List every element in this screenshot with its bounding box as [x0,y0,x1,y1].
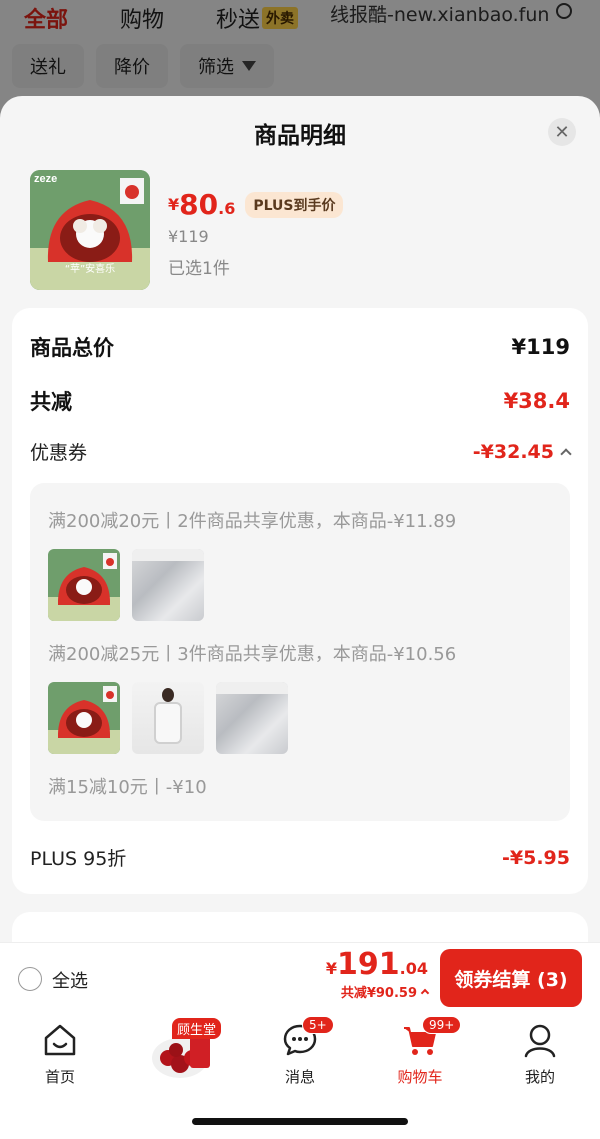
coupon-product-image [132,682,204,754]
coupon-value[interactable]: -¥32.45 [472,440,572,463]
user-icon [522,1022,558,1058]
nav-home-label: 首页 [44,1068,75,1086]
plus-discount-label: PLUS 95折 [30,848,127,870]
coupon-products [48,549,204,621]
coupon-line: 满200减25元丨3件商品共享优惠，本商品-¥10.56 [48,644,457,665]
total-integer: 191 [337,947,400,982]
reduce-value: ¥38.4 [503,389,570,413]
coupon-product-image [132,549,204,621]
currency-symbol: ¥ [325,959,338,978]
checkout-total: ¥ 191 .04 共减¥90.59 [326,947,430,1001]
coupon-line: 满200减20元丨2件商品共享优惠，本商品-¥11.89 [48,511,457,532]
price-info: ¥ 80 .6 PLUS到手价 ¥119 已选1件 [168,188,344,290]
home-icon [42,1022,78,1058]
select-all-radio[interactable] [18,967,42,991]
total-label: 商品总价 [30,336,114,360]
coupon-products [48,682,288,754]
nav-messages[interactable]: 5+ 消息 [260,1016,340,1087]
coupon-row[interactable]: 优惠券 -¥32.45 [30,438,572,465]
currency-symbol: ¥ [168,195,180,214]
plus-discount-row: PLUS 95折 -¥5.95 [30,844,570,871]
total-price: ¥ 191 .04 [326,947,428,982]
coupon-product-image [48,549,120,621]
total-row: 商品总价 ¥119 [30,332,570,362]
nav-messages-label: 消息 [284,1068,315,1086]
coupon-line: 满15减10元丨-¥10 [48,777,207,798]
total-decimal: .04 [399,959,428,978]
checkout-bar: 全选 ¥ 191 .04 共减¥90.59 领券结算 (3) [0,942,600,1012]
price-integer: 80 [179,188,219,221]
saved-amount[interactable]: 共减¥90.59 [326,982,430,1001]
cart-badge: 99+ [422,1016,462,1034]
reduce-label: 共减 [30,390,72,414]
coupon-product-image [48,682,120,754]
coupon-label: 优惠券 [30,442,88,464]
plus-price-tag: PLUS到手价 [245,191,344,218]
coupon-amount: -¥32.45 [472,440,554,463]
original-price: ¥119 [168,227,209,246]
close-button[interactable]: ✕ [548,118,576,146]
sheet-title: 商品明细 [254,123,346,149]
coupon-product-image [216,682,288,754]
price-breakdown-card: 商品总价 ¥119 共减 ¥38.4 优惠券 -¥32.45 满200减20元丨… [12,308,588,894]
saved-text: 共减¥90.59 [340,986,417,1001]
total-value: ¥119 [511,335,570,359]
home-indicator [192,1118,408,1125]
price-decimal: .6 [218,199,236,218]
plus-discount-value: -¥5.95 [502,846,570,869]
close-icon: ✕ [554,121,570,143]
nav-promo[interactable]: 顾生堂 [150,1014,222,1082]
chevron-up-icon [560,447,572,460]
product-summary: zeze “苹”安喜乐 ¥ 80 .6 PLUS到手价 ¥119 已选1件 [30,170,344,290]
chevron-up-icon [420,988,430,998]
messages-badge: 5+ [302,1016,334,1034]
nav-cart-label: 购物车 [397,1068,443,1086]
plus-price: ¥ 80 .6 PLUS到手价 [168,188,344,221]
brand-logo: zeze [34,173,57,185]
coupon-details: 满200减20元丨2件商品共享优惠，本商品-¥11.89 满200减25元丨3件… [30,483,570,821]
product-image: zeze “苹”安喜乐 [30,170,150,290]
nav-cart[interactable]: 99+ 购物车 [380,1016,462,1087]
nav-mine[interactable]: 我的 [500,1022,580,1087]
reduce-row: 共减 ¥38.4 [30,386,570,416]
promo-tag: 顾生堂 [172,1018,222,1039]
message-icon: 5+ [282,1016,334,1058]
nav-home[interactable]: 首页 [20,1022,100,1087]
select-all-label[interactable]: 全选 [52,967,88,993]
selected-quantity: 已选1件 [168,259,230,279]
nav-mine-label: 我的 [524,1068,555,1086]
checkout-button[interactable]: 领券结算 (3) [440,949,582,1007]
cart-icon: 99+ [402,1016,462,1058]
product-image-text: “苹”安喜乐 [65,262,115,275]
